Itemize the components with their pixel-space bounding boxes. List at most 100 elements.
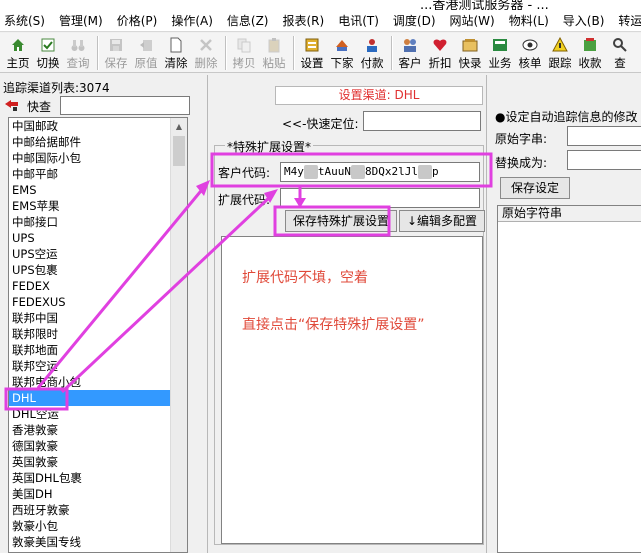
scroll-up-icon[interactable]: ▲ — [171, 118, 187, 135]
toolbar-button[interactable]: 查 — [606, 34, 634, 72]
menu-item[interactable]: 管理(M) — [59, 12, 103, 29]
quick-locate-input[interactable] — [363, 111, 481, 131]
menu-item[interactable]: 物料(L) — [509, 12, 549, 29]
list-item[interactable]: 联邦空运 — [9, 358, 171, 374]
list-item[interactable]: FEDEXUS — [9, 294, 171, 310]
copy-icon — [236, 37, 252, 53]
list-item[interactable]: 美国DH — [9, 486, 171, 502]
replacement-grid[interactable]: 原始字符串 — [497, 205, 641, 553]
toolbar-button[interactable]: 下家 — [328, 34, 356, 72]
list-item[interactable]: 联邦电商小包 — [9, 374, 171, 390]
toolbar-button[interactable]: 核单 — [516, 34, 544, 72]
list-item[interactable]: 敦豪小包 — [9, 518, 171, 534]
grid-header-original: 原始字符串 — [498, 206, 641, 222]
toolbar-button[interactable]: 删除 — [192, 34, 220, 72]
toolbar-button-label: 业务 — [488, 56, 512, 70]
toolbar-button[interactable]: 折扣 — [426, 34, 454, 72]
toolbar-button[interactable]: 设置 — [298, 34, 326, 72]
customers-icon — [402, 37, 418, 53]
list-item[interactable]: 德国敦豪 — [9, 438, 171, 454]
toolbar-button[interactable]: 粘贴 — [260, 34, 288, 72]
downstream-icon — [334, 37, 350, 53]
extension-code-input[interactable] — [280, 188, 480, 208]
toolbar-button-label: 快录 — [458, 56, 482, 70]
business-icon — [492, 37, 508, 53]
list-item[interactable]: EMS苹果 — [9, 198, 171, 214]
list-item[interactable]: 敦豪美国专线 — [9, 534, 171, 550]
toolbar-button[interactable]: 收款 — [576, 34, 604, 72]
list-item[interactable]: 中邮给据邮件 — [9, 134, 171, 150]
quick-locate-label: <<-快速定位: — [282, 117, 359, 131]
list-item[interactable]: EMS — [9, 182, 171, 198]
list-item[interactable]: 中邮接口 — [9, 214, 171, 230]
search-icon — [612, 37, 628, 53]
toolbar-button-label: 清除 — [164, 56, 188, 70]
menu-item[interactable]: 操作(A) — [171, 12, 213, 29]
scroll-thumb[interactable] — [173, 136, 185, 166]
discount-icon — [432, 37, 448, 53]
notes-memo[interactable]: 扩展代码不填，空着 直接点击“保存特殊扩展设置” — [221, 236, 483, 544]
channel-list-scrollbar[interactable]: ▲ — [170, 118, 187, 552]
menu-item[interactable]: 报表(R) — [282, 12, 324, 29]
save-setting-button[interactable]: 保存设定 — [500, 177, 570, 199]
toolbar-button[interactable]: 原值 — [132, 34, 160, 72]
window-title: ...香港测试服务器 - ... — [420, 0, 549, 10]
instruction-note-1: 扩展代码不填，空着 — [242, 270, 368, 286]
clear-icon — [168, 37, 184, 53]
list-item[interactable]: UPS — [9, 230, 171, 246]
list-item[interactable]: FEDEX — [9, 278, 171, 294]
extension-code-label: 扩展代码: — [218, 193, 271, 207]
list-item[interactable]: 中邮国际小包 — [9, 150, 171, 166]
toolbar-button[interactable]: 跟踪 — [546, 34, 574, 72]
customer-code-input[interactable]: M4y tAuuN 8DQx2lJl p — [280, 162, 480, 182]
toolbar-button-label: 切换 — [36, 56, 60, 70]
toolbar-button[interactable]: 拷贝 — [230, 34, 258, 72]
toolbar-button[interactable]: 客户 — [396, 34, 424, 72]
quick-search-label: 快查 — [27, 99, 52, 114]
toolbar-button[interactable]: 业务 — [486, 34, 514, 72]
menu-item[interactable]: 转运(H) — [618, 12, 641, 29]
list-item[interactable]: DHL — [9, 390, 171, 406]
menu-item[interactable]: 电讯(T) — [338, 12, 379, 29]
list-item[interactable]: 中邮平邮 — [9, 166, 171, 182]
toolbar-button[interactable]: 主页 — [4, 34, 32, 72]
paste-icon — [266, 37, 282, 53]
save-special-extension-button[interactable]: 保存特殊扩展设置 — [285, 210, 397, 232]
toolbar-button[interactable]: 查询 — [64, 34, 92, 72]
menu-item[interactable]: 网站(W) — [450, 12, 495, 29]
toolbar-button[interactable]: 切换 — [34, 34, 62, 72]
channel-list-panel: 追踪渠道列表:3074 快查 中国邮政 中邮给据邮件 中邮国际小包 中邮平邮 EMS EM… — [0, 75, 202, 553]
list-item[interactable]: 西班牙敦豪 — [9, 502, 171, 518]
list-item[interactable]: 英国敦豪 — [9, 454, 171, 470]
list-item[interactable]: 香港敦豪 — [9, 422, 171, 438]
toolbar-button[interactable]: 清除 — [162, 34, 190, 72]
toolbar-button[interactable]: 付款 — [358, 34, 386, 72]
channel-list[interactable]: 中国邮政 中邮给据邮件 中邮国际小包 中邮平邮 EMS EMS苹果 中邮接口 UPS UPS空运… — [8, 117, 188, 553]
save-icon — [108, 37, 124, 53]
list-item[interactable]: 联邦限时 — [9, 326, 171, 342]
list-item[interactable]: 联邦中国 — [9, 310, 171, 326]
instruction-note-2: 直接点击“保存特殊扩展设置” — [242, 317, 425, 333]
list-item[interactable]: 英国DHL包裹 — [9, 470, 171, 486]
menu-item[interactable]: 调度(D) — [393, 12, 436, 29]
original-string-input[interactable] — [567, 126, 641, 146]
toolbar-button-label: 拷贝 — [232, 56, 256, 70]
toolbar-button[interactable]: 保存 — [102, 34, 130, 72]
menu-item[interactable]: 导入(B) — [563, 12, 605, 29]
settings-icon — [304, 37, 320, 53]
edit-multi-config-button[interactable]: ↓编辑多配置 — [399, 210, 485, 232]
toolbar-button[interactable]: 快录 — [456, 34, 484, 72]
list-item[interactable]: UPS包裹 — [9, 262, 171, 278]
list-item[interactable]: UPS空运 — [9, 246, 171, 262]
quick-search-input[interactable] — [60, 96, 190, 115]
list-item[interactable]: 联邦地面 — [9, 342, 171, 358]
payment-icon — [364, 37, 380, 53]
menu-item[interactable]: 信息(Z) — [227, 12, 269, 29]
toolbar-separator — [391, 36, 393, 70]
replace-with-input[interactable] — [567, 150, 641, 170]
special-settings-panel: 设置渠道: DHL <<-快速定位: *特殊扩展设置* 客户代码: M4y tAu… — [207, 75, 487, 553]
list-item[interactable]: DHL空运 — [9, 406, 171, 422]
list-item[interactable]: 中国邮政 — [9, 118, 171, 134]
menu-item[interactable]: 价格(P) — [117, 12, 158, 29]
menu-item[interactable]: 系统(S) — [4, 12, 45, 29]
